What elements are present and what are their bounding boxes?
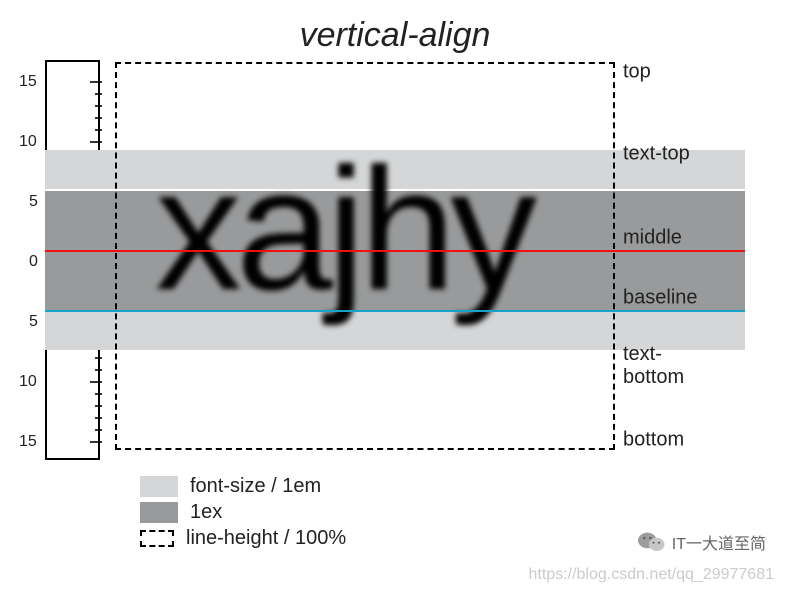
legend-row-lineheight: line-height / 100% [140,527,346,550]
label-top: top [623,61,651,84]
watermark-author-text: IT一大道至简 [672,530,766,554]
line-height-box [115,62,615,450]
legend-label-lineheight: line-height / 100% [186,527,346,550]
ruler-tick-15b: 15 [19,433,37,451]
legend-row-1ex: 1ex [140,501,346,524]
watermark-author: IT一大道至简 [638,530,766,554]
wechat-icon [638,530,666,554]
legend-row-fontsize: font-size / 1em [140,475,346,498]
label-middle: middle [623,227,682,250]
legend-label-1ex: 1ex [190,501,222,524]
ruler-tick-15a: 15 [19,73,37,91]
label-text-bottom: text-bottom [623,343,695,389]
swatch-fontsize [140,476,178,497]
ruler-tick-5a: 5 [29,193,38,211]
diagram-title: vertical-align [0,16,790,55]
swatch-lineheight [140,530,174,547]
legend: font-size / 1em 1ex line-height / 100% [140,472,346,553]
diagram-area: xajhy top text-top middle baseline text-… [115,62,695,450]
label-baseline: baseline [623,287,698,310]
ruler-tick-0: 0 [29,253,38,271]
ruler-tick-10a: 10 [19,133,37,151]
legend-label-fontsize: font-size / 1em [190,475,321,498]
ruler-tick-5b: 5 [29,313,38,331]
ruler-tick-10b: 10 [19,373,37,391]
watermark-url: https://blog.csdn.net/qq_29977681 [528,566,774,584]
swatch-1ex [140,502,178,523]
label-bottom: bottom [623,429,684,452]
label-text-top: text-top [623,143,690,166]
